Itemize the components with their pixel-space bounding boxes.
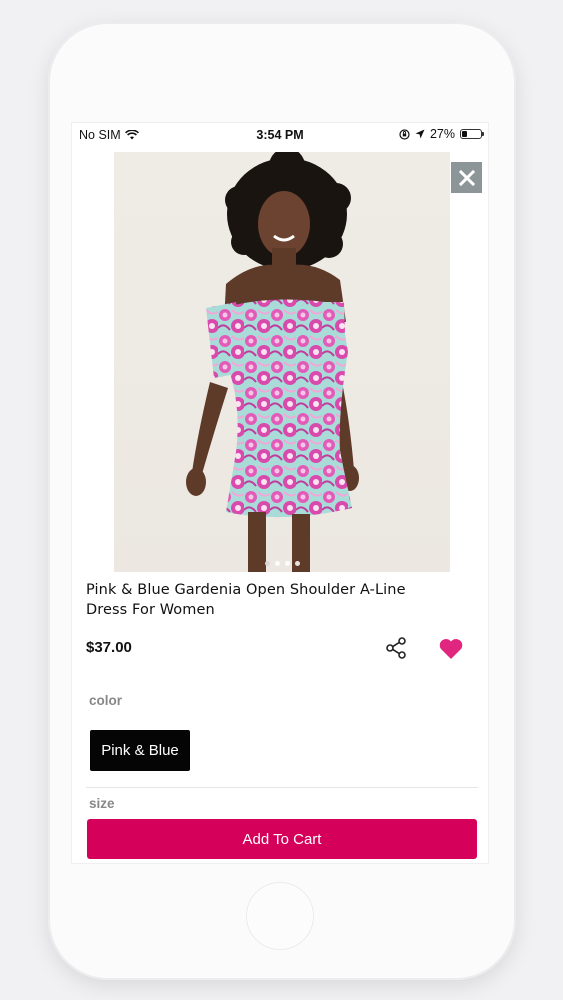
battery-icon bbox=[460, 129, 484, 139]
color-label: color bbox=[89, 693, 123, 708]
pagination-dot[interactable] bbox=[294, 561, 300, 566]
status-bar: No SIM 3:54 PM 27% bbox=[72, 123, 488, 145]
home-button[interactable] bbox=[246, 882, 314, 950]
battery-level bbox=[462, 131, 467, 137]
image-pagination[interactable] bbox=[114, 561, 450, 566]
options-divider bbox=[86, 787, 478, 788]
product-image[interactable] bbox=[114, 152, 450, 572]
app-screen: No SIM 3:54 PM 27% Pink & Blue Gardenia … bbox=[71, 122, 489, 864]
system-status: 27% bbox=[399, 127, 484, 141]
pagination-dot[interactable] bbox=[264, 561, 270, 566]
close-icon bbox=[458, 169, 475, 186]
size-label: size bbox=[89, 796, 115, 811]
product-title: Pink & Blue Gardenia Open Shoulder A-Lin… bbox=[86, 582, 406, 618]
location-arrow-icon bbox=[415, 129, 425, 139]
close-button[interactable] bbox=[451, 162, 482, 193]
add-to-cart-button[interactable]: Add To Cart bbox=[87, 819, 477, 859]
pagination-dot[interactable] bbox=[284, 561, 290, 566]
heart-icon bbox=[439, 639, 463, 659]
share-button[interactable] bbox=[384, 636, 408, 660]
share-icon bbox=[386, 637, 406, 659]
battery-percent: 27% bbox=[429, 127, 455, 141]
pagination-dot[interactable] bbox=[274, 561, 280, 566]
orientation-lock-icon bbox=[399, 128, 410, 140]
product-price: $37.00 bbox=[86, 639, 132, 656]
product-photo bbox=[186, 152, 359, 572]
favorite-button[interactable] bbox=[438, 637, 464, 661]
color-option-selected[interactable]: Pink & Blue bbox=[90, 730, 190, 771]
